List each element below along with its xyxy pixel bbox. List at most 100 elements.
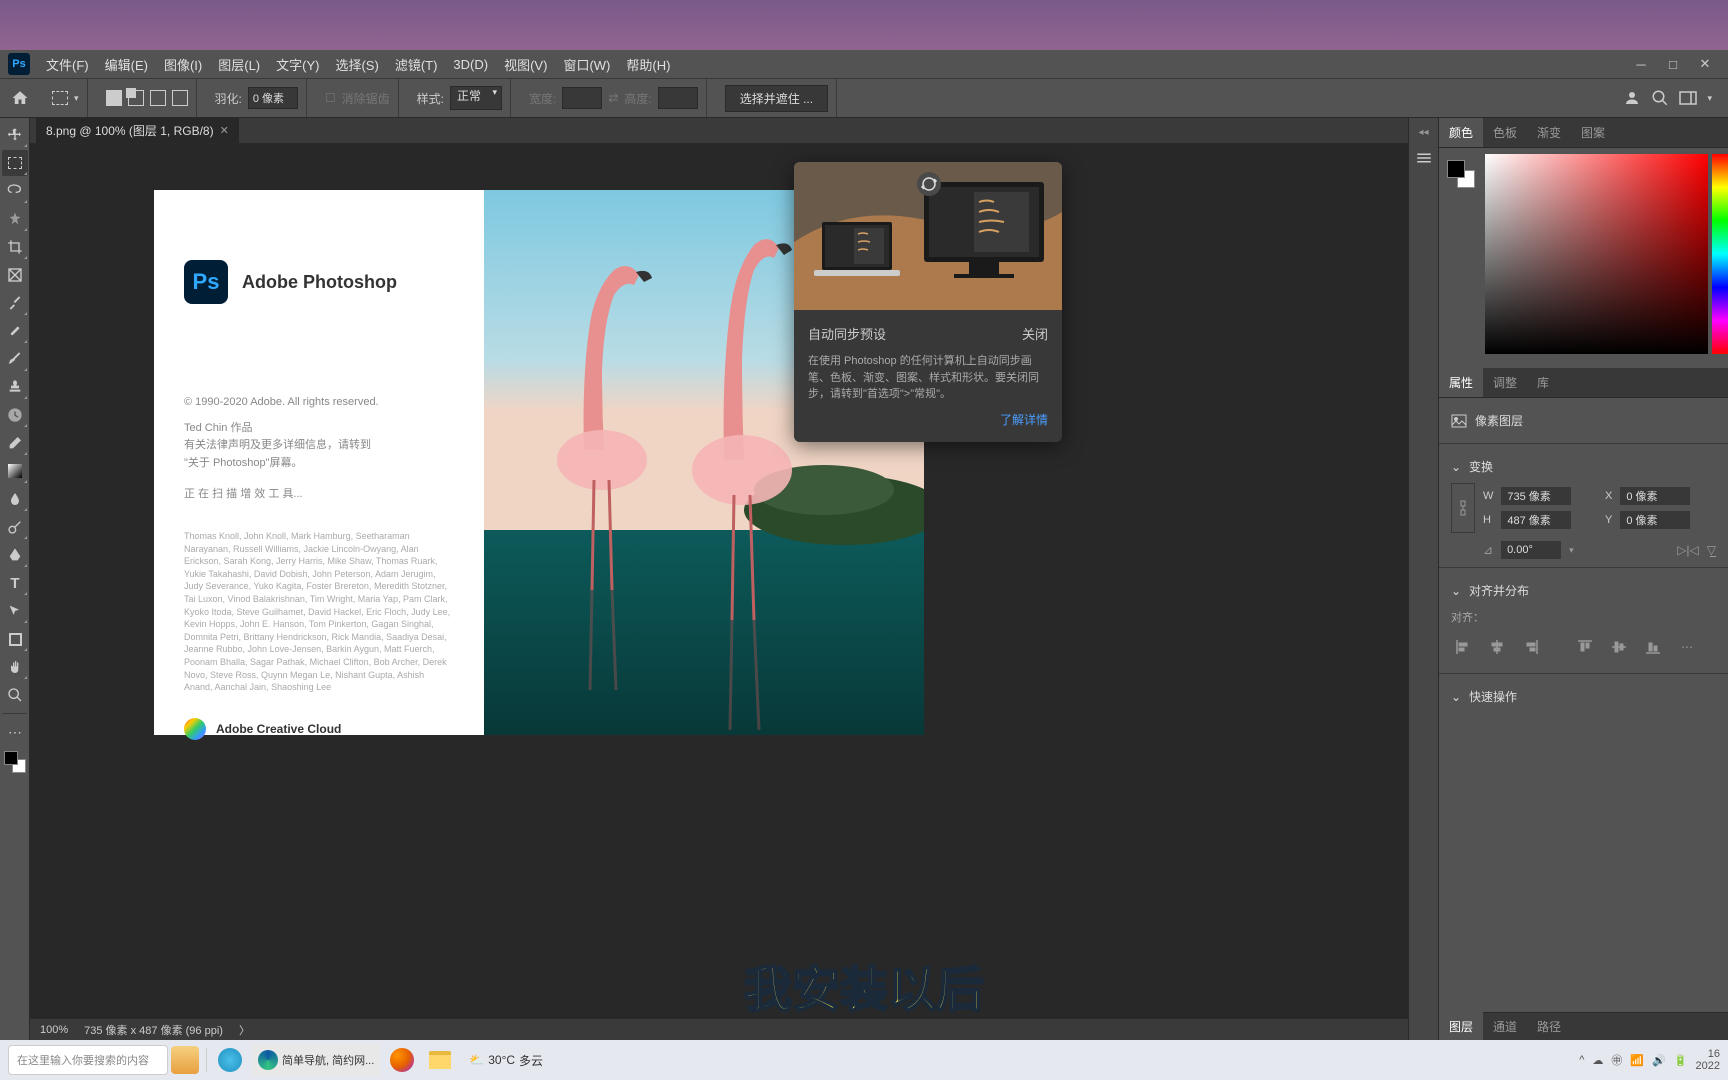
document-tab[interactable]: 8.png @ 100% (图层 1, RGB/8) ✕ [36,118,239,143]
selection-add-icon[interactable] [128,90,144,106]
zoom-level[interactable]: 100% [40,1024,68,1036]
align-vcenter-icon[interactable] [1607,635,1631,659]
maximize-button[interactable]: □ [1658,53,1688,75]
hue-slider[interactable] [1712,154,1728,354]
tab-gradients[interactable]: 渐变 [1527,118,1571,147]
status-chevron-icon[interactable]: 〉 [239,1022,250,1038]
y-input[interactable] [1620,511,1690,529]
tab-paths[interactable]: 路径 [1527,1012,1571,1040]
color-field[interactable] [1485,154,1708,354]
foreground-background-swatch[interactable] [1447,160,1475,188]
tab-patterns[interactable]: 图案 [1571,118,1615,147]
flip-vertical-icon[interactable]: ▽̲ [1707,543,1716,557]
menu-type[interactable]: 文字(Y) [268,51,327,78]
close-tab-icon[interactable]: ✕ [220,124,229,137]
style-select[interactable]: 正常 ▾ [450,86,502,110]
tray-battery-icon[interactable]: 🔋 [1674,1054,1688,1067]
tray-volume-icon[interactable]: 🔊 [1652,1054,1666,1067]
dodge-tool[interactable] [2,514,28,540]
align-section-header[interactable]: ⌄ 对齐并分布 [1451,576,1716,605]
align-right-icon[interactable] [1519,635,1543,659]
feather-input[interactable] [248,87,298,109]
tab-channels[interactable]: 通道 [1483,1012,1527,1040]
crop-tool[interactable] [2,234,28,260]
menu-help[interactable]: 帮助(H) [618,51,678,78]
edit-toolbar[interactable]: ⋯ [2,719,28,745]
taskbar-explorer[interactable] [424,1044,456,1076]
history-brush-tool[interactable] [2,402,28,428]
tab-adjustments[interactable]: 调整 [1483,368,1527,397]
tray-input-icon[interactable]: ㊥ [1611,1052,1622,1068]
tab-properties[interactable]: 属性 [1439,368,1483,397]
select-and-mask-button[interactable]: 选择并遮住 ... [725,85,828,112]
menu-view[interactable]: 视图(V) [496,51,555,78]
chevron-down-icon[interactable]: ▾ [74,93,79,104]
eyedropper-tool[interactable] [2,290,28,316]
tab-libraries[interactable]: 库 [1527,368,1559,397]
type-tool[interactable]: T [2,570,28,596]
gradient-tool[interactable] [2,458,28,484]
healing-tool[interactable] [2,318,28,344]
move-tool[interactable] [2,122,28,148]
link-dimensions-icon[interactable] [1451,483,1475,533]
menu-3d[interactable]: 3D(D) [445,53,496,76]
stamp-tool[interactable] [2,374,28,400]
menu-image[interactable]: 图像(I) [156,51,210,78]
selection-new-icon[interactable] [106,90,122,106]
align-hcenter-icon[interactable] [1485,635,1509,659]
selection-subtract-icon[interactable] [150,90,166,106]
brush-tool[interactable] [2,346,28,372]
shape-tool[interactable] [2,626,28,652]
lasso-tool[interactable] [2,178,28,204]
tray-wifi-icon[interactable]: 📶 [1630,1054,1644,1067]
align-top-icon[interactable] [1573,635,1597,659]
taskbar-firefox[interactable] [386,1044,418,1076]
collapse-icon[interactable]: ◂◂ [1409,124,1438,141]
taskbar-app-1[interactable] [171,1046,199,1074]
angle-chevron-icon[interactable]: ▾ [1569,545,1574,556]
taskbar-browser-sogou[interactable] [214,1044,246,1076]
marquee-tool[interactable] [2,150,28,176]
tab-layers[interactable]: 图层 [1439,1012,1483,1040]
windows-search-input[interactable]: 在这里输入你要搜索的内容 [8,1045,168,1075]
close-button[interactable]: ✕ [1690,53,1720,75]
flip-horizontal-icon[interactable]: ▷|◁ [1677,543,1699,557]
angle-input[interactable] [1501,541,1561,559]
sync-popup-learn-more[interactable]: 了解详情 [808,411,1048,428]
color-swap-icon[interactable] [2,747,28,777]
quick-select-tool[interactable] [2,206,28,232]
home-icon[interactable] [6,84,34,112]
eraser-tool[interactable] [2,430,28,456]
tray-chevron-icon[interactable]: ^ [1579,1054,1584,1066]
quick-actions-header[interactable]: ⌄ 快速操作 [1451,682,1716,711]
menu-filter[interactable]: 滤镜(T) [387,51,446,78]
taskbar-time[interactable]: 16 [1696,1048,1720,1060]
selection-intersect-icon[interactable] [172,90,188,106]
path-select-tool[interactable] [2,598,28,624]
align-bottom-icon[interactable] [1641,635,1665,659]
marquee-tool-icon[interactable] [52,91,68,105]
sync-popup-close[interactable]: 关闭 [1022,324,1048,343]
width-input[interactable] [1501,487,1571,505]
tray-onedrive-icon[interactable]: ☁ [1592,1054,1603,1067]
pen-tool[interactable] [2,542,28,568]
menu-file[interactable]: 文件(F) [38,51,97,78]
tab-swatches[interactable]: 色板 [1483,118,1527,147]
search-icon[interactable] [1651,89,1669,107]
align-more-icon[interactable]: ⋯ [1675,635,1699,659]
document-info[interactable]: 735 像素 x 487 像素 (96 ppi) [84,1022,223,1038]
taskbar-date[interactable]: 2022 [1696,1060,1720,1072]
menu-layer[interactable]: 图层(L) [210,51,268,78]
menu-edit[interactable]: 编辑(E) [97,51,156,78]
workspace-icon[interactable] [1679,91,1697,105]
zoom-tool[interactable] [2,682,28,708]
minimize-button[interactable]: ─ [1626,53,1656,75]
brush-settings-icon[interactable] [1411,145,1437,171]
blur-tool[interactable] [2,486,28,512]
align-left-icon[interactable] [1451,635,1475,659]
taskbar-weather[interactable]: ⛅ 30°C 多云 [469,1052,543,1069]
transform-section-header[interactable]: ⌄ 变换 [1451,452,1716,481]
menu-window[interactable]: 窗口(W) [555,51,618,78]
tab-color[interactable]: 颜色 [1439,118,1483,147]
height-input[interactable] [1501,511,1571,529]
